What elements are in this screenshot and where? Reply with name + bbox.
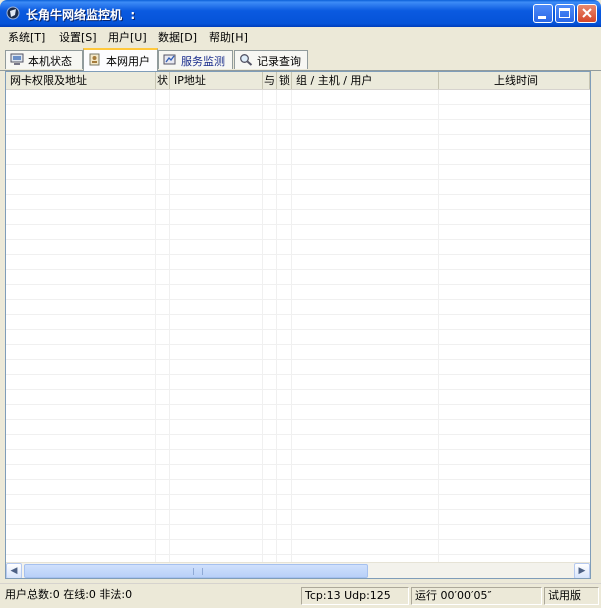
grid-row: [6, 525, 590, 540]
service-icon: [163, 54, 176, 65]
list-header: 网卡权限及地址 状 IP地址 与 锁 组 / 主机 / 用户 上线时间: [6, 72, 590, 90]
grid-column-line: [291, 90, 292, 562]
grid-row: [6, 285, 590, 300]
status-user-counts: 用户总数:0 在线:0 非法:0: [5, 588, 133, 601]
grid-row: [6, 195, 590, 210]
grid-row: [6, 105, 590, 120]
grid-row: [6, 180, 590, 195]
grid-row: [6, 375, 590, 390]
grid-column-line: [276, 90, 277, 562]
menu-bar: 系统[T] 设置[S] 用户[U] 数据[D] 帮助[H]: [0, 27, 601, 46]
minimize-button[interactable]: [533, 4, 553, 23]
grid-row: [6, 225, 590, 240]
menu-system[interactable]: 系统[T]: [8, 29, 45, 45]
grid-row: [6, 420, 590, 435]
grid-row: [6, 150, 590, 165]
grid-row: [6, 345, 590, 360]
grid-row: [6, 300, 590, 315]
horizontal-scrollbar[interactable]: ◀ ▶: [6, 562, 590, 578]
maximize-button[interactable]: [555, 4, 575, 23]
app-icon: [6, 6, 20, 20]
status-traffic: Tcp:13 Udp:125: [301, 587, 409, 605]
grid-row: [6, 270, 590, 285]
main-window: 长角牛网络监控机 : 系统[T] 设置[S] 用户[U] 数据[D] 帮助[H]: [0, 0, 601, 608]
grid-column-line: [438, 90, 439, 562]
list-body: [6, 90, 590, 562]
tab-service-monitor[interactable]: 服务监测: [158, 50, 233, 69]
menu-users[interactable]: 用户[U]: [108, 29, 147, 45]
grid-row: [6, 390, 590, 405]
grid-row: [6, 240, 590, 255]
grid-row: [6, 465, 590, 480]
col-lock[interactable]: 锁: [277, 72, 292, 89]
tab-record-query[interactable]: 记录查询: [234, 50, 308, 69]
grid-row: [6, 330, 590, 345]
close-icon: [582, 8, 592, 18]
title-bar[interactable]: 长角牛网络监控机 :: [0, 0, 601, 27]
scroll-thumb[interactable]: [24, 564, 368, 578]
grid-row: [6, 120, 590, 135]
grid-row: [6, 480, 590, 495]
grid-row: [6, 360, 590, 375]
grid-column-line: [169, 90, 170, 562]
grid-column-line: [155, 90, 156, 562]
grid-column-line: [262, 90, 263, 562]
users-icon: [89, 53, 100, 66]
grid-row: [6, 210, 590, 225]
grid-row: [6, 540, 590, 555]
menu-data[interactable]: 数据[D]: [158, 29, 197, 45]
tab-local-status[interactable]: 本机状态: [5, 50, 83, 69]
col-group-host-user[interactable]: 组 / 主机 / 用户: [292, 72, 439, 89]
status-bar: 用户总数:0 在线:0 非法:0 Tcp:13 Udp:125 运行 00′00…: [0, 583, 601, 608]
window-title: 长角牛网络监控机 :: [26, 8, 136, 22]
status-edition: 试用版: [544, 587, 599, 605]
grid-row: [6, 315, 590, 330]
grid-row: [6, 255, 590, 270]
grid-row: [6, 495, 590, 510]
col-online-time[interactable]: 上线时间: [439, 72, 590, 89]
grid-row: [6, 450, 590, 465]
tab-network-users[interactable]: 本网用户: [83, 48, 158, 71]
grid-row: [6, 555, 590, 562]
grid-row: [6, 510, 590, 525]
menu-help[interactable]: 帮助[H]: [209, 29, 248, 45]
scroll-right-button[interactable]: ▶: [574, 563, 590, 578]
grid-row: [6, 165, 590, 180]
grip-icon: [193, 568, 203, 575]
grid-row: [6, 135, 590, 150]
col-ip-address[interactable]: IP地址: [170, 72, 263, 89]
grid-row: [6, 435, 590, 450]
menu-settings[interactable]: 设置[S]: [59, 29, 97, 45]
status-runtime: 运行 00′00′05″: [411, 587, 542, 605]
computer-icon: [10, 53, 24, 65]
close-button[interactable]: [577, 4, 597, 23]
user-list[interactable]: 网卡权限及地址 状 IP地址 与 锁 组 / 主机 / 用户 上线时间 ◀ ▶: [5, 71, 591, 579]
search-icon: [240, 54, 253, 66]
tab-strip: 本机状态 本网用户 服务监测 记录查询: [0, 46, 601, 71]
scroll-left-button[interactable]: ◀: [6, 563, 22, 578]
grid-row: [6, 90, 590, 105]
col-nic-permission[interactable]: 网卡权限及地址: [6, 72, 156, 89]
grid-row: [6, 405, 590, 420]
col-and[interactable]: 与: [263, 72, 277, 89]
col-status[interactable]: 状: [156, 72, 170, 89]
